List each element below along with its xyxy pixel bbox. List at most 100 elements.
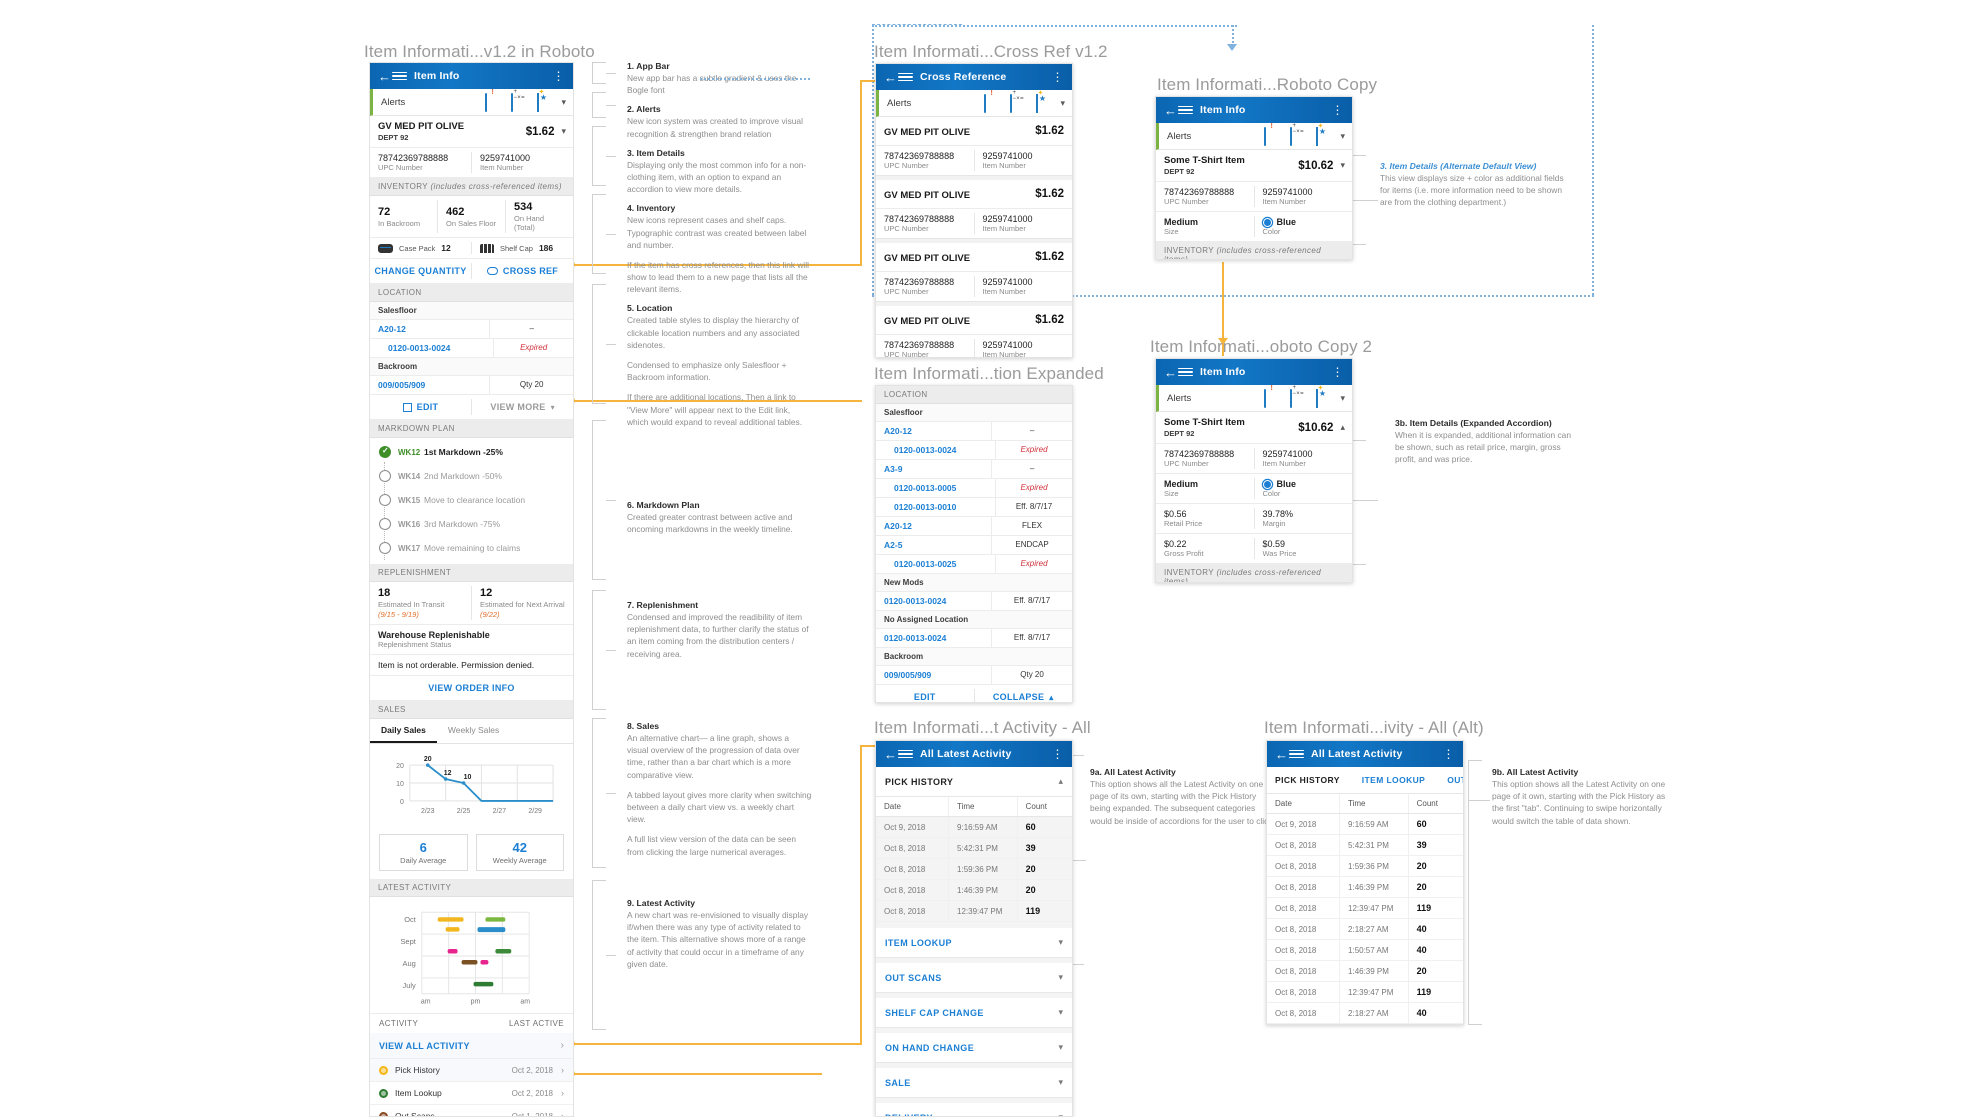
markdown-item[interactable]: WK15 Move to clearance location	[370, 488, 573, 512]
location-row[interactable]: 0120-0013-0024 Eff. 8/7/17	[876, 629, 1072, 648]
cross-ref-card[interactable]: GV MED PIT OLIVE $1.62 78742369788888 UPC…	[876, 117, 1072, 176]
kebab-menu-icon[interactable]: ⋮	[551, 70, 566, 82]
star-box-icon[interactable]: ✦	[537, 89, 554, 112]
location-code[interactable]: 0120-0013-0025	[876, 555, 995, 573]
location-row[interactable]: 009/005/909 Qty 20	[370, 376, 573, 395]
hamburger-icon[interactable]	[1178, 366, 1193, 379]
alerts-bar[interactable]: Alerts ! +−×= ✦ ▾	[876, 90, 1072, 117]
location-code[interactable]: 0120-0013-0024	[876, 441, 995, 459]
item-details-row[interactable]: GV MED PIT OLIVE DEPT 92 $1.62 ▾	[370, 116, 573, 148]
view-order-info-button[interactable]: VIEW ORDER INFO	[370, 676, 573, 700]
case-math-icon[interactable]: +−×=	[1290, 123, 1307, 146]
location-row[interactable]: A20-12 FLEX	[876, 517, 1072, 536]
arrow-left-icon[interactable]: ←	[883, 748, 898, 761]
kebab-menu-icon[interactable]: ⋮	[1050, 748, 1065, 760]
chevron-down-icon[interactable]: ▾	[1340, 131, 1352, 142]
activity-list-item[interactable]: Out Scans Oct 1, 2018 ›	[370, 1105, 573, 1116]
arrow-left-icon[interactable]: ←	[883, 71, 898, 84]
case-math-icon[interactable]: +−×=	[511, 89, 528, 112]
location-row[interactable]: A20-12 –	[370, 320, 573, 339]
location-code[interactable]: 0120-0013-0024	[876, 592, 991, 610]
location-code[interactable]: A3-9	[876, 460, 991, 478]
tab-out-scans[interactable]: OUT SCA	[1434, 767, 1463, 793]
accordion-sale[interactable]: SALE ▾	[876, 1068, 1072, 1098]
collapse-button[interactable]: COLLAPSE ▴	[975, 685, 1073, 702]
cross-ref-card[interactable]: GV MED PIT OLIVE $1.62 78742369788888 UPC…	[876, 180, 1072, 239]
item-details-collapse-icon[interactable]: ▴	[1340, 422, 1352, 433]
accordion-on-hand-change[interactable]: ON HAND CHANGE ▾	[876, 1033, 1072, 1063]
case-math-icon[interactable]: +−×=	[1290, 385, 1307, 408]
location-row[interactable]: 0120-0013-0024 Expired	[370, 339, 573, 358]
location-code[interactable]: 0120-0013-0024	[876, 629, 991, 647]
markdown-item[interactable]: WK17 Move remaining to claims	[370, 536, 573, 560]
star-box-icon[interactable]: ✦	[1316, 385, 1333, 408]
star-box-icon[interactable]: ✦	[1036, 90, 1053, 113]
weekly-average-card[interactable]: 42 Weekly Average	[475, 834, 564, 871]
arrow-left-icon[interactable]: ←	[377, 70, 392, 83]
alerts-bar[interactable]: Alerts ! +−×= ✦ ▾	[1156, 123, 1352, 150]
location-row[interactable]: A20-12–	[876, 422, 1072, 441]
location-code[interactable]: 009/005/909	[876, 666, 991, 684]
accordion-out-scans[interactable]: OUT SCANS ▾	[876, 963, 1072, 993]
edit-location-button[interactable]: EDIT	[876, 685, 974, 702]
location-code[interactable]: A20-12	[370, 320, 489, 338]
location-row[interactable]: 0120-0013-0025 Expired	[876, 555, 1072, 574]
kebab-menu-icon[interactable]: ⋮	[1441, 748, 1456, 760]
activity-list-item[interactable]: Item Lookup Oct 2, 2018 ›	[370, 1082, 573, 1105]
change-quantity-button[interactable]: CHANGE QUANTITY	[370, 259, 471, 283]
arrow-left-icon[interactable]: ←	[1163, 104, 1178, 117]
location-code[interactable]: 0120-0013-0010	[876, 498, 995, 516]
location-row[interactable]: 0120-0013-0024 Expired	[876, 441, 1072, 460]
location-row[interactable]: A3-9–	[876, 460, 1072, 479]
hamburger-icon[interactable]	[392, 70, 407, 83]
cross-ref-card[interactable]: GV MED PIT OLIVE $1.62 78742369788888 UPC…	[876, 243, 1072, 302]
location-row[interactable]: 009/005/909 Qty 20	[876, 666, 1072, 685]
hamburger-icon[interactable]	[1289, 748, 1304, 761]
alerts-bar[interactable]: Alerts ! +−×= ✦ ▾	[1156, 385, 1352, 412]
tab-weekly-sales[interactable]: Weekly Sales	[437, 719, 510, 743]
view-more-button[interactable]: VIEW MORE ▾	[472, 395, 573, 419]
location-code[interactable]: 0120-0013-0024	[370, 339, 493, 357]
view-all-activity-button[interactable]: VIEW ALL ACTIVITY ›	[370, 1033, 573, 1059]
location-row[interactable]: A2-5 ENDCAP	[876, 536, 1072, 555]
hamburger-icon[interactable]	[1178, 104, 1193, 117]
chevron-down-icon[interactable]: ▾	[1340, 393, 1352, 404]
kebab-menu-icon[interactable]: ⋮	[1050, 71, 1065, 83]
location-row[interactable]: 0120-0013-0010 Eff. 8/7/17	[876, 498, 1072, 517]
accordion-shelf-cap-change[interactable]: SHELF CAP CHANGE ▾	[876, 998, 1072, 1028]
daily-average-card[interactable]: 6 Daily Average	[379, 834, 468, 871]
item-details-expand-icon[interactable]: ▾	[561, 126, 573, 137]
location-row[interactable]: 0120-0013-0005 Expired	[876, 479, 1072, 498]
location-code[interactable]: 009/005/909	[370, 376, 489, 394]
case-alert-icon[interactable]: !	[1264, 385, 1281, 408]
accordion-pick-history[interactable]: PICK HISTORY ▴	[876, 767, 1072, 797]
markdown-item[interactable]: WK12 1st Markdown -25%	[370, 440, 573, 464]
arrow-left-icon[interactable]: ←	[1163, 366, 1178, 379]
kebab-menu-icon[interactable]: ⋮	[1330, 104, 1345, 116]
cross-ref-button[interactable]: CROSS REF	[472, 259, 573, 283]
location-row[interactable]: 0120-0013-0024 Eff. 8/7/17	[876, 592, 1072, 611]
item-details-expand-icon[interactable]: ▾	[1340, 160, 1352, 171]
case-alert-icon[interactable]: !	[984, 90, 1001, 113]
accordion-item-lookup[interactable]: ITEM LOOKUP ▾	[876, 928, 1072, 958]
tab-pick-history[interactable]: PICK HISTORY	[1275, 767, 1349, 793]
case-alert-icon[interactable]: !	[485, 89, 502, 112]
case-math-icon[interactable]: +−×=	[1010, 90, 1027, 113]
item-details-row[interactable]: Some T-Shirt Item DEPT 92 $10.62 ▾	[1156, 150, 1352, 182]
location-code[interactable]: A20-12	[876, 517, 991, 535]
hamburger-icon[interactable]	[898, 71, 913, 84]
markdown-item[interactable]: WK14 2nd Markdown -50%	[370, 464, 573, 488]
tab-daily-sales[interactable]: Daily Sales	[370, 719, 437, 743]
item-details-row[interactable]: Some T-Shirt Item DEPT 92 $10.62 ▴	[1156, 412, 1352, 444]
hamburger-icon[interactable]	[898, 748, 913, 761]
kebab-menu-icon[interactable]: ⋮	[1330, 366, 1345, 378]
accordion-delivery[interactable]: DELIVERY ▾	[876, 1103, 1072, 1116]
chevron-down-icon[interactable]: ▾	[1060, 98, 1072, 109]
location-code[interactable]: A20-12	[876, 422, 991, 440]
chevron-down-icon[interactable]: ▾	[561, 97, 573, 108]
edit-location-button[interactable]: EDIT	[370, 395, 471, 419]
tab-item-lookup[interactable]: ITEM LOOKUP	[1349, 767, 1434, 793]
location-code[interactable]: A2-5	[876, 536, 991, 554]
arrow-left-icon[interactable]: ←	[1274, 748, 1289, 761]
location-code[interactable]: 0120-0013-0005	[876, 479, 995, 497]
